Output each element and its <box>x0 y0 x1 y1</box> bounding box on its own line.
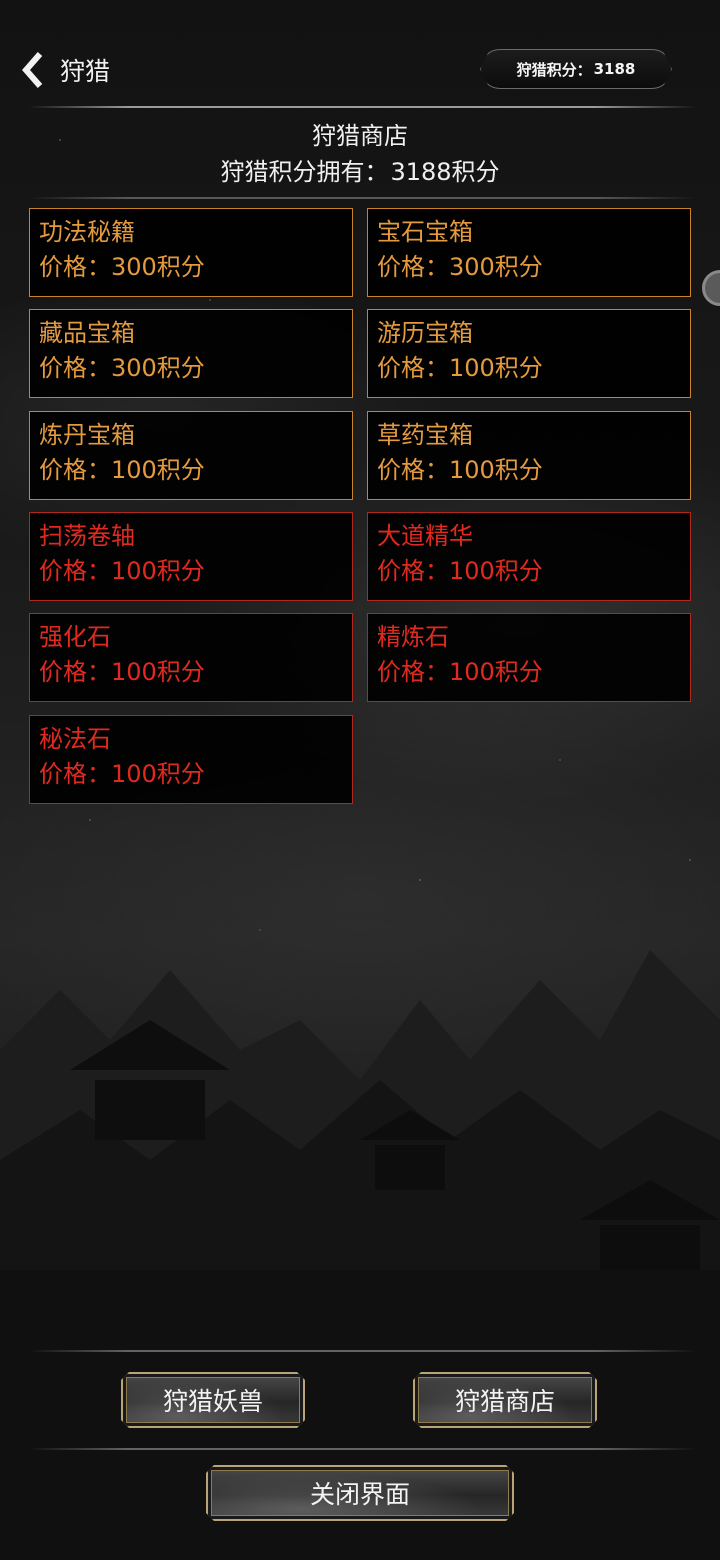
hunt-score-value: 3188 <box>593 60 636 78</box>
shop-item[interactable]: 游历宝箱 价格：100积分 <box>367 309 691 398</box>
shop-item[interactable]: 草药宝箱 价格：100积分 <box>367 411 691 500</box>
shop-item-name: 炼丹宝箱 <box>39 421 135 449</box>
hunt-monster-button[interactable]: 狩猎妖兽 <box>121 1372 305 1428</box>
chevron-left-icon[interactable] <box>18 50 48 90</box>
shop-item-name: 游历宝箱 <box>377 319 473 347</box>
top-bar: 狩猎 狩猎积分： 3188 <box>0 40 720 100</box>
shop-item-price: 价格：100积分 <box>377 557 543 585</box>
shop-item-name: 宝石宝箱 <box>377 218 473 246</box>
shop-item[interactable]: 扫荡卷轴 价格：100积分 <box>29 512 353 601</box>
side-drawer-handle[interactable] <box>702 270 720 306</box>
shop-title: 狩猎商店 <box>312 122 408 150</box>
shop-item[interactable]: 功法秘籍 价格：300积分 <box>29 208 353 297</box>
bottom-divider-2 <box>28 1448 696 1450</box>
shop-item-price: 价格：100积分 <box>377 658 543 686</box>
shop-item[interactable]: 强化石 价格：100积分 <box>29 613 353 702</box>
shop-item[interactable]: 大道精华 价格：100积分 <box>367 512 691 601</box>
shop-item-price: 价格：100积分 <box>39 456 205 484</box>
shop-item[interactable]: 炼丹宝箱 价格：100积分 <box>29 411 353 500</box>
shop-item-name: 秘法石 <box>39 725 111 753</box>
shop-points-label: 狩猎积分拥有： <box>220 158 389 186</box>
shop-divider <box>28 197 696 199</box>
page-title: 狩猎 <box>60 57 111 86</box>
shop-item[interactable]: 藏品宝箱 价格：300积分 <box>29 309 353 398</box>
shop-item[interactable]: 宝石宝箱 价格：300积分 <box>367 208 691 297</box>
shop-item-price: 价格：100积分 <box>39 557 205 585</box>
shop-item[interactable]: 精炼石 价格：100积分 <box>367 613 691 702</box>
hunt-score-label: 狩猎积分： <box>516 60 592 79</box>
hunt-score-badge: 狩猎积分： 3188 <box>480 49 672 89</box>
shop-item-name: 藏品宝箱 <box>39 319 135 347</box>
shop-item-name: 功法秘籍 <box>39 218 135 246</box>
top-divider <box>28 106 696 108</box>
shop-item-price: 价格：100积分 <box>39 760 205 788</box>
shop-item-price: 价格：100积分 <box>377 354 543 382</box>
shop-item-name: 精炼石 <box>377 623 449 651</box>
shop-item-name: 扫荡卷轴 <box>39 522 135 550</box>
shop-points-value: 3188积分 <box>390 158 500 186</box>
shop-item-price: 价格：100积分 <box>377 456 543 484</box>
shop-item-name: 草药宝箱 <box>377 421 473 449</box>
shop-item-price: 价格：300积分 <box>377 253 543 281</box>
close-button[interactable]: 关闭界面 <box>206 1465 514 1521</box>
shop-item-price: 价格：100积分 <box>39 658 205 686</box>
bottom-divider <box>28 1350 696 1352</box>
shop-item-price: 价格：300积分 <box>39 354 205 382</box>
shop-item-price: 价格：300积分 <box>39 253 205 281</box>
shop-item-name: 大道精华 <box>377 522 473 550</box>
shop-item-name: 强化石 <box>39 623 111 651</box>
shop-points: 狩猎积分拥有：3188积分 <box>0 152 720 187</box>
shop-item[interactable]: 秘法石 价格：100积分 <box>29 715 353 804</box>
hunt-shop-button[interactable]: 狩猎商店 <box>413 1372 597 1428</box>
